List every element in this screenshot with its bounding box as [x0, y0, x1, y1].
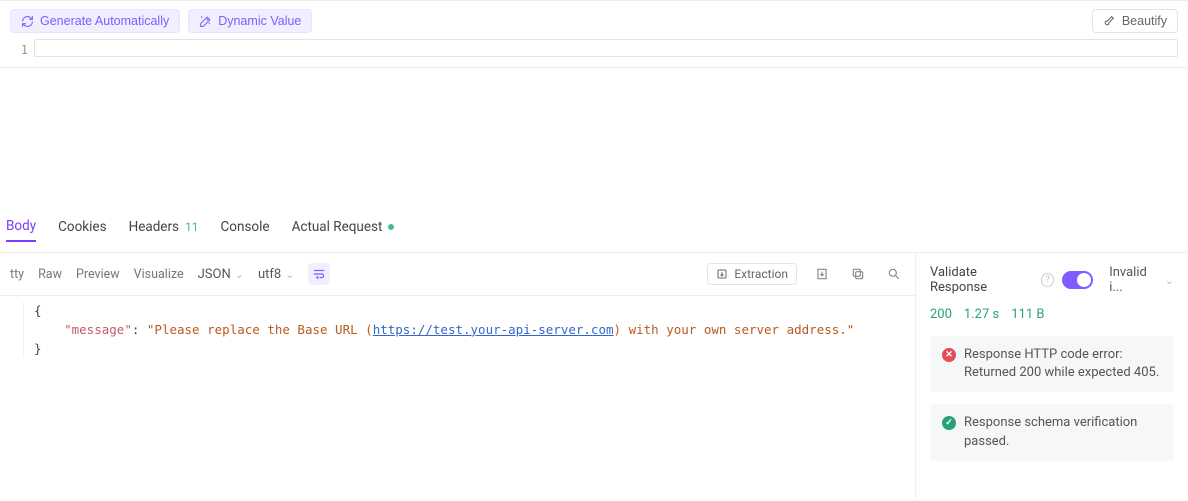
encoding-select[interactable]: utf8 ⌄ [258, 267, 294, 282]
code-line-number [6, 340, 24, 359]
search-icon [887, 267, 901, 281]
actual-request-dot-icon [388, 224, 394, 230]
validation-error-message: ✕ Response HTTP code error: Returned 200… [930, 336, 1174, 392]
base-url-link[interactable]: https://test.your-api-server.com [373, 322, 614, 337]
format-select[interactable]: JSON ⌄ [198, 267, 244, 282]
subtab-raw[interactable]: Raw [38, 267, 62, 282]
subtab-preview[interactable]: Preview [76, 267, 120, 282]
check-icon: ✓ [942, 416, 956, 430]
validation-ok-message: ✓ Response schema verification passed. [930, 404, 1174, 460]
tab-headers[interactable]: Headers 11 [129, 219, 199, 241]
code-line-number [6, 302, 24, 321]
response-tabs: Body Cookies Headers 11 Console Actual R… [0, 208, 1188, 252]
invalid-dropdown[interactable]: Invalid i... ⌄ [1109, 265, 1174, 295]
generate-automatically-button[interactable]: Generate Automatically [10, 9, 180, 33]
beautify-button[interactable]: Beautify [1092, 9, 1178, 33]
subtab-visualize[interactable]: Visualize [134, 267, 184, 282]
editor-input[interactable] [34, 39, 1178, 57]
wrap-icon [312, 267, 326, 281]
dynamic-value-button[interactable]: Dynamic Value [188, 9, 312, 33]
brush-icon [1103, 15, 1116, 28]
validate-response-toggle[interactable] [1062, 271, 1093, 289]
validation-panel: Validate Response ? Invalid i... ⌄ 200 1… [916, 253, 1188, 498]
editor-blank-space [0, 68, 1188, 208]
tab-actual-request[interactable]: Actual Request [292, 219, 395, 241]
headers-count-badge: 11 [185, 220, 199, 234]
extraction-button[interactable]: Extraction [707, 263, 797, 285]
response-body-viewer[interactable]: { "message": "Please replace the Base UR… [0, 296, 915, 364]
response-area: tty Raw Preview Visualize JSON ⌄ utf8 ⌄ … [0, 252, 1188, 498]
error-icon: ✕ [942, 348, 956, 362]
extraction-icon [716, 268, 728, 280]
validate-response-label: Validate Response [930, 265, 1033, 295]
response-time: 1.27 s [964, 307, 999, 322]
status-code: 200 [930, 307, 952, 322]
request-body-toolbar: Generate Automatically Dynamic Value Bea… [0, 1, 1188, 39]
tab-console[interactable]: Console [221, 219, 270, 241]
wrap-lines-button[interactable] [308, 263, 330, 285]
copy-response-button[interactable] [847, 263, 869, 285]
editor-line-number: 1 [10, 39, 34, 57]
help-icon[interactable]: ? [1041, 273, 1055, 287]
chevron-down-icon: ⌄ [235, 268, 244, 281]
generate-automatically-label: Generate Automatically [40, 14, 169, 28]
response-stats: 200 1.27 s 111 B [930, 307, 1174, 322]
tab-cookies[interactable]: Cookies [58, 219, 106, 241]
request-body-section: Generate Automatically Dynamic Value Bea… [0, 0, 1188, 68]
copy-icon [851, 267, 865, 281]
chevron-down-icon: ⌄ [285, 268, 294, 281]
save-response-button[interactable] [811, 263, 833, 285]
response-subtabs: tty Raw Preview Visualize JSON ⌄ utf8 ⌄ … [0, 253, 915, 296]
request-body-editor: 1 [0, 39, 1188, 67]
search-response-button[interactable] [883, 263, 905, 285]
sync-icon [21, 15, 34, 28]
dynamic-value-label: Dynamic Value [218, 14, 301, 28]
response-left-pane: tty Raw Preview Visualize JSON ⌄ utf8 ⌄ … [0, 253, 916, 498]
beautify-label: Beautify [1122, 14, 1167, 28]
response-size: 111 B [1011, 307, 1044, 322]
download-icon [815, 267, 829, 281]
chevron-down-icon: ⌄ [1165, 274, 1174, 287]
tab-body[interactable]: Body [6, 218, 36, 242]
wand-icon [199, 15, 212, 28]
code-line-number [6, 321, 24, 340]
subtab-pretty[interactable]: tty [10, 267, 24, 282]
